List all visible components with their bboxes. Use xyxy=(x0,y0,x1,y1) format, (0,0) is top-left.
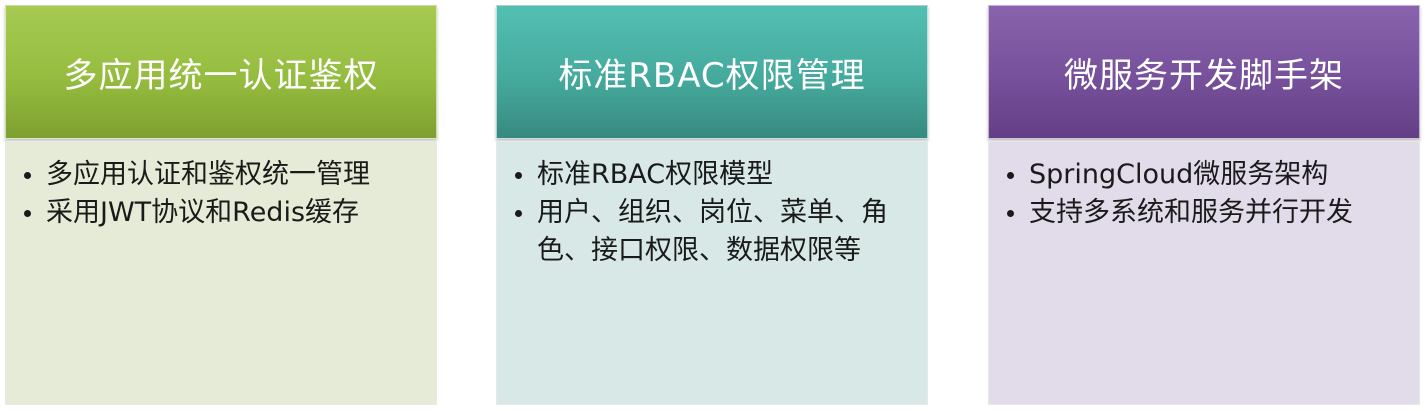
bullet-icon xyxy=(515,172,522,179)
bullet-icon xyxy=(24,172,31,179)
bullet-list: SpringCloud微服务架构 支持多系统和服务并行开发 xyxy=(1007,156,1401,232)
feature-diagram: 多应用统一认证鉴权 多应用认证和鉴权统一管理 采用JWT协议和Redis缓存 标… xyxy=(0,0,1425,411)
feature-card-microservice: 微服务开发脚手架 SpringCloud微服务架构 支持多系统和服务并行开发 xyxy=(988,5,1420,405)
list-item-text: SpringCloud微服务架构 xyxy=(1029,159,1329,190)
feature-card-rbac: 标准RBAC权限管理 标准RBAC权限模型 用户、组织、岗位、菜单、角色、接口权… xyxy=(496,5,928,405)
card-title: 标准RBAC权限管理 xyxy=(496,5,928,139)
card-title: 微服务开发脚手架 xyxy=(988,5,1420,139)
bullet-icon xyxy=(515,210,522,217)
bullet-icon xyxy=(24,210,31,217)
bullet-icon xyxy=(1007,210,1014,217)
list-item-text: 采用JWT协议和Redis缓存 xyxy=(46,197,360,228)
card-body: 标准RBAC权限模型 用户、组织、岗位、菜单、角色、接口权限、数据权限等 xyxy=(496,141,928,405)
list-item: 用户、组织、岗位、菜单、角色、接口权限、数据权限等 xyxy=(515,194,909,270)
bullet-icon xyxy=(1007,172,1014,179)
card-body: SpringCloud微服务架构 支持多系统和服务并行开发 xyxy=(988,141,1420,405)
list-item: 标准RBAC权限模型 xyxy=(515,156,909,194)
list-item-text: 标准RBAC权限模型 xyxy=(537,159,774,190)
bullet-list: 多应用认证和鉴权统一管理 采用JWT协议和Redis缓存 xyxy=(24,156,418,232)
bullet-list: 标准RBAC权限模型 用户、组织、岗位、菜单、角色、接口权限、数据权限等 xyxy=(515,156,909,270)
list-item-text: 用户、组织、岗位、菜单、角色、接口权限、数据权限等 xyxy=(537,197,888,266)
list-item: 采用JWT协议和Redis缓存 xyxy=(24,194,418,232)
list-item-text: 多应用认证和鉴权统一管理 xyxy=(46,159,370,190)
list-item: SpringCloud微服务架构 xyxy=(1007,156,1401,194)
card-body: 多应用认证和鉴权统一管理 采用JWT协议和Redis缓存 xyxy=(5,141,437,405)
list-item-text: 支持多系统和服务并行开发 xyxy=(1029,197,1353,228)
list-item: 多应用认证和鉴权统一管理 xyxy=(24,156,418,194)
feature-card-auth: 多应用统一认证鉴权 多应用认证和鉴权统一管理 采用JWT协议和Redis缓存 xyxy=(5,5,437,405)
list-item: 支持多系统和服务并行开发 xyxy=(1007,194,1401,232)
card-title: 多应用统一认证鉴权 xyxy=(5,5,437,139)
